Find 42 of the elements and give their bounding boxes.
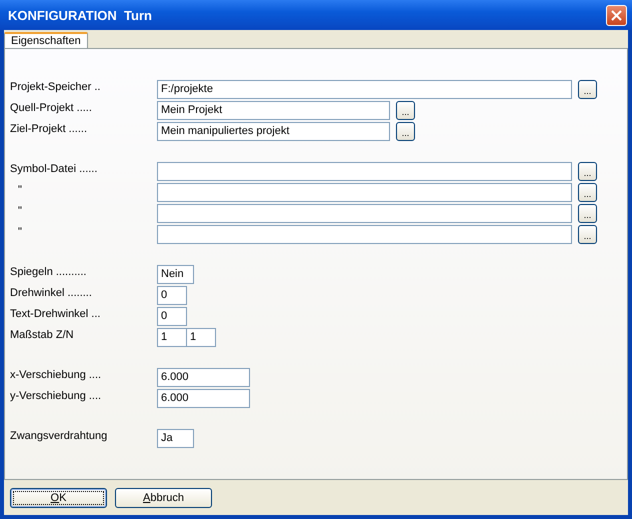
input-field[interactable]: Mein manipuliertes projekt bbox=[157, 122, 390, 141]
field-label: Projekt-Speicher .. bbox=[10, 80, 102, 93]
input-field[interactable] bbox=[157, 204, 572, 223]
input-field[interactable]: 0 bbox=[157, 286, 187, 305]
browse-button[interactable]: ... bbox=[578, 183, 597, 202]
field-label: " bbox=[17, 183, 23, 196]
dialog-button[interactable]: Abbruch bbox=[115, 488, 212, 508]
input-field[interactable] bbox=[157, 162, 572, 181]
browse-button[interactable]: ... bbox=[578, 204, 597, 223]
close-icon bbox=[611, 10, 622, 20]
field-label: y-Verschiebung .... bbox=[10, 389, 102, 402]
field-label: Zwangsverdrahtung bbox=[10, 429, 108, 442]
field-label: " bbox=[17, 225, 23, 238]
field-label: Drehwinkel ........ bbox=[10, 286, 93, 299]
input-field[interactable]: Nein bbox=[157, 265, 194, 284]
input-field[interactable]: 6.000 bbox=[157, 368, 250, 387]
input-field[interactable]: 1 bbox=[186, 328, 216, 347]
input-field[interactable] bbox=[157, 183, 572, 202]
input-field[interactable]: 0 bbox=[157, 307, 187, 326]
close-button[interactable] bbox=[606, 4, 627, 26]
browse-button[interactable]: ... bbox=[578, 162, 597, 181]
browse-button[interactable]: ... bbox=[396, 122, 415, 141]
field-label: Symbol-Datei ...... bbox=[10, 162, 98, 175]
input-field[interactable]: F:/projekte bbox=[157, 80, 572, 99]
browse-button[interactable]: ... bbox=[578, 80, 597, 99]
dialog-button[interactable]: OK bbox=[10, 488, 107, 508]
input-field[interactable] bbox=[157, 225, 572, 244]
field-label: x-Verschiebung .... bbox=[10, 368, 102, 381]
window-title: KONFIGURATION Turn bbox=[8, 8, 152, 22]
input-field[interactable]: Ja bbox=[157, 429, 194, 448]
field-label: Text-Drehwinkel ... bbox=[10, 307, 102, 320]
field-label: Quell-Projekt ..... bbox=[10, 101, 93, 114]
tab[interactable]: Eigenschaften bbox=[4, 32, 88, 48]
input-field[interactable]: 6.000 bbox=[157, 389, 250, 408]
field-label: Spiegeln .......... bbox=[10, 265, 88, 278]
browse-button[interactable]: ... bbox=[578, 225, 597, 244]
field-label: Maßstab Z/N bbox=[10, 328, 75, 341]
input-field[interactable]: 1 bbox=[157, 328, 187, 347]
field-label: " bbox=[17, 204, 23, 217]
field-label: Ziel-Projekt ...... bbox=[10, 122, 88, 135]
browse-button[interactable]: ... bbox=[396, 101, 415, 120]
input-field[interactable]: Mein Projekt bbox=[157, 101, 390, 120]
